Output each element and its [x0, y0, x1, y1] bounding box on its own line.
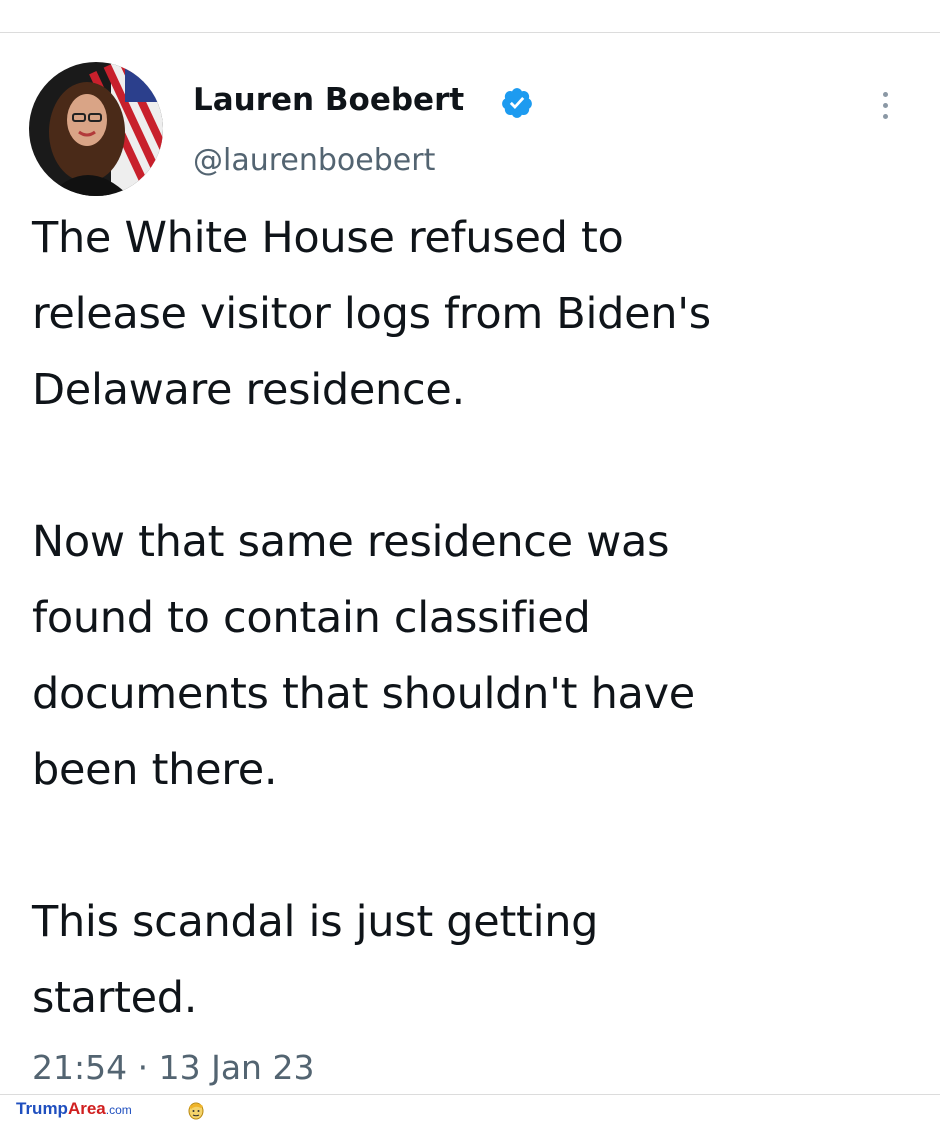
- avatar[interactable]: [29, 62, 163, 196]
- tweet-text-paragraph-2: Now that same residence was found to con…: [32, 517, 695, 795]
- avatar-image: [29, 62, 163, 196]
- watermark-logo-icon: [188, 1102, 204, 1120]
- bottom-divider: [0, 1094, 940, 1095]
- tweet-text-paragraph-1: The White House refused to release visit…: [32, 213, 711, 415]
- more-options-icon[interactable]: [872, 86, 900, 126]
- author-display-name[interactable]: Lauren Boebert: [193, 80, 464, 120]
- tweet-timestamp[interactable]: 21:54 · 13 Jan 23: [32, 1046, 314, 1090]
- top-divider: [0, 32, 940, 33]
- tweet-date: 13 Jan 23: [158, 1048, 315, 1087]
- verified-badge-icon: [502, 88, 532, 118]
- tweet-time: 21:54: [32, 1048, 128, 1087]
- site-watermark: TrumpArea.com: [16, 1099, 132, 1121]
- author-handle[interactable]: @laurenboebert: [193, 141, 435, 181]
- timestamp-separator: ·: [137, 1048, 149, 1087]
- watermark-brand-part1: Trump: [16, 1099, 68, 1118]
- watermark-brand-part2: Area: [67, 1099, 106, 1118]
- watermark-brand-suffix: .com: [105, 1103, 132, 1117]
- tweet-text-paragraph-3: This scandal is just getting started.: [32, 897, 599, 1023]
